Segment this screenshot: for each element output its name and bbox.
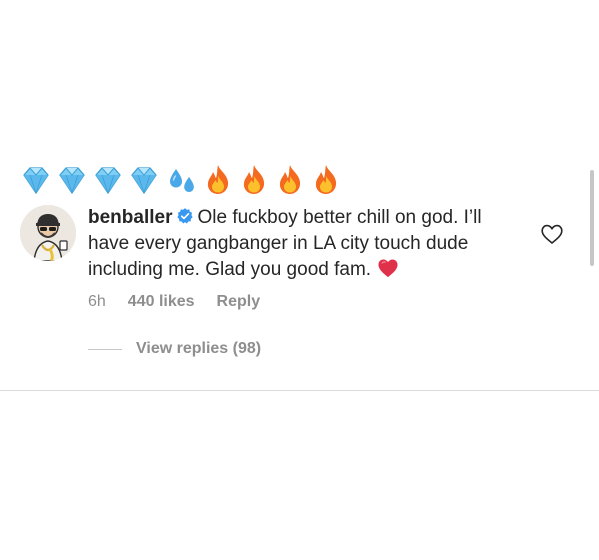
sweat-droplets-icon bbox=[170, 169, 194, 192]
verified-badge-icon bbox=[177, 208, 194, 224]
likes-count[interactable]: 440 likes bbox=[128, 293, 195, 311]
gem-stone-icon bbox=[95, 167, 121, 195]
avatar[interactable] bbox=[20, 205, 76, 261]
avatar-image bbox=[20, 205, 76, 261]
replies-line-divider bbox=[88, 348, 122, 350]
gem-stone-icon bbox=[59, 167, 85, 195]
gem-stone-icon bbox=[131, 167, 157, 195]
fire-icon bbox=[243, 165, 265, 194]
username-link[interactable]: benballer bbox=[88, 207, 172, 228]
emoji-row bbox=[20, 160, 342, 200]
view-replies-label: View replies (98) bbox=[136, 340, 262, 357]
view-replies-button[interactable]: View replies (98) bbox=[88, 340, 261, 358]
fire-icon bbox=[315, 165, 337, 194]
like-heart-icon[interactable] bbox=[540, 223, 564, 245]
comment-body: benballer Ole fuckboy better chill on god… bbox=[88, 205, 518, 311]
scrollbar[interactable] bbox=[590, 170, 594, 266]
red-heart-icon bbox=[378, 259, 398, 278]
comment-timestamp: 6h bbox=[88, 293, 106, 310]
gem-stone-icon bbox=[23, 167, 49, 195]
fire-icon bbox=[207, 165, 229, 194]
section-divider bbox=[0, 390, 599, 391]
reply-button[interactable]: Reply bbox=[217, 293, 261, 311]
comment-text-block: benballer Ole fuckboy better chill on god… bbox=[88, 205, 518, 283]
comment-meta: 6h 440 likes Reply bbox=[88, 293, 518, 311]
fire-icon bbox=[279, 165, 301, 194]
